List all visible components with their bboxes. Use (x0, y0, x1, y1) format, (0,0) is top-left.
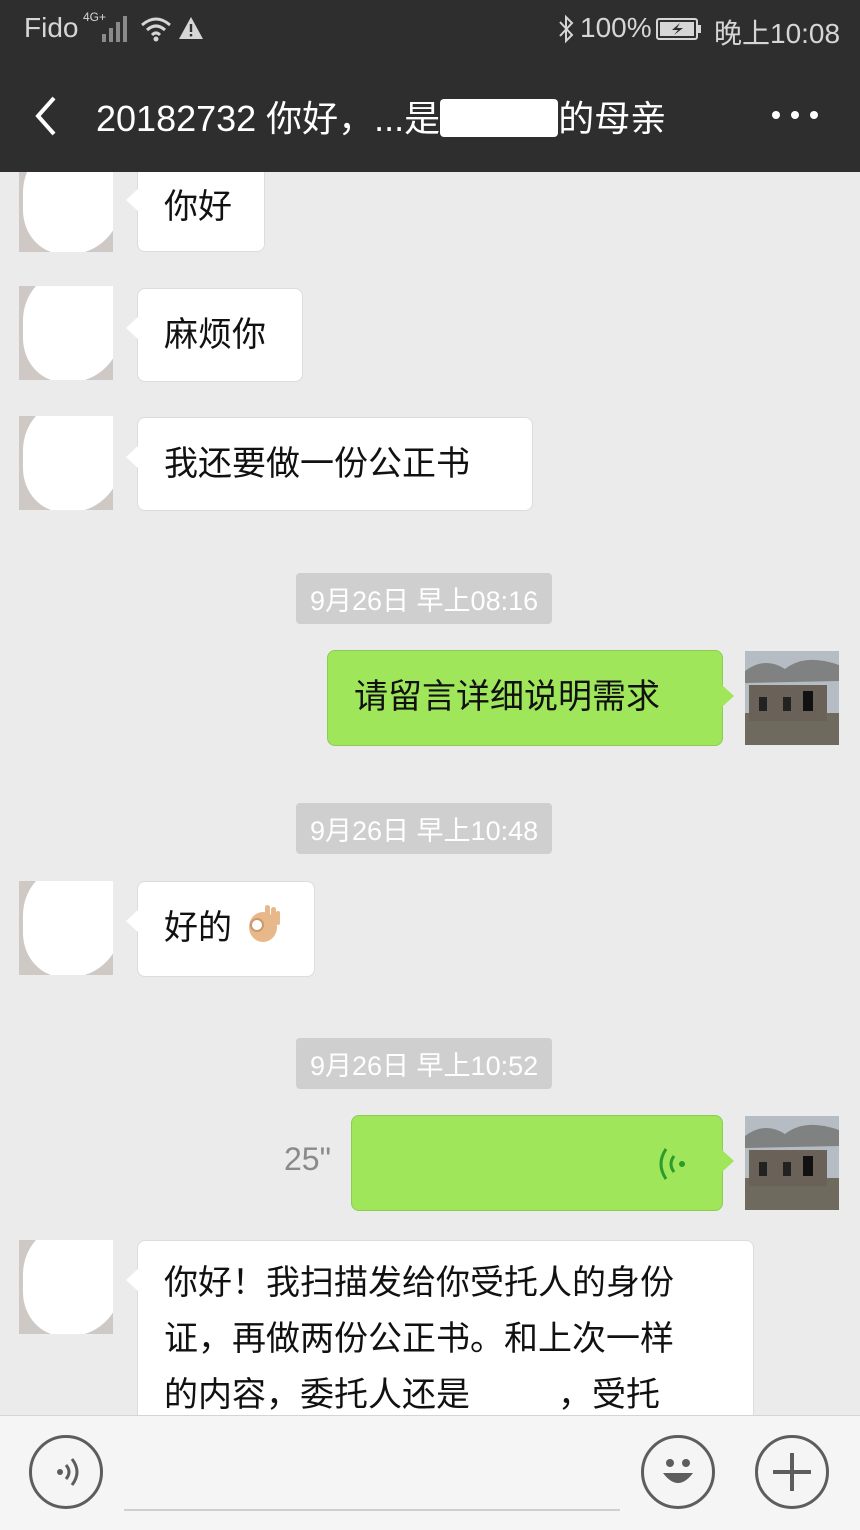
contact-avatar[interactable] (19, 416, 113, 510)
bluetooth-icon (559, 14, 574, 44)
chat-input-bar (0, 1415, 860, 1530)
battery-icon (656, 18, 701, 40)
voice-message[interactable] (351, 1115, 734, 1211)
incoming-message[interactable]: 麻烦你 (126, 288, 303, 382)
chat-title-prefix: 20182732 你好，...是 (96, 98, 441, 139)
chat-title: 20182732 你好，...是 的母亲 (96, 90, 666, 142)
message-text: 请留言详细说明需求 (354, 677, 660, 717)
contact-avatar[interactable] (19, 1240, 113, 1334)
incoming-message[interactable]: 我还要做一份公正书 (126, 417, 533, 511)
message-text: 我还要做一份公正书 (164, 444, 470, 484)
redacted-name (470, 1374, 558, 1414)
status-bar: Fido 4G+ 100% 晚上10:08 (0, 0, 860, 60)
emoji-icon (663, 1459, 693, 1483)
clock: 晚上10:08 (714, 18, 841, 49)
message-line: 证，再做两份公正书。和上次一样 (164, 1319, 674, 1359)
more-dots-icon[interactable] (770, 100, 820, 130)
contact-avatar[interactable] (19, 881, 113, 975)
message-input[interactable] (124, 1509, 620, 1511)
voice-wave-icon (659, 1148, 685, 1180)
outgoing-message[interactable]: 请留言详细说明需求 (327, 650, 734, 746)
voice-mode-icon (57, 1458, 79, 1486)
incoming-message[interactable]: 你好！我扫描发给你受托人的身份 证，再做两份公正书。和上次一样 的内容，委托人还… (126, 1240, 754, 1415)
incoming-message[interactable]: 你好 (126, 172, 265, 252)
message-line: 你好！我扫描发给你受托人的身份 (164, 1263, 674, 1303)
chat-title-suffix: 的母亲 (558, 98, 667, 139)
chat-message-list[interactable]: 你好 麻烦你 我还要做一份公正书 9月26日 早上08:16 请留言详细说明需求… (0, 172, 860, 1415)
add-button[interactable] (755, 1435, 829, 1509)
contact-avatar[interactable] (19, 286, 113, 380)
message-timestamp: 9月26日 早上08:16 (296, 573, 553, 624)
my-avatar[interactable] (745, 651, 839, 745)
plus-icon (773, 1453, 811, 1491)
wifi-icon (141, 17, 171, 42)
warning-icon (179, 17, 203, 39)
message-text: 好的 (164, 908, 232, 948)
voice-mode-button[interactable] (29, 1435, 103, 1509)
contact-avatar[interactable] (19, 172, 113, 252)
emoji-button[interactable] (641, 1435, 715, 1509)
carrier-label: Fido (24, 12, 79, 43)
incoming-message[interactable]: 好的 (126, 881, 315, 977)
message-line-partial: 的内容，委托人还是 ，受托 (164, 1374, 660, 1415)
battery-percent: 100% (580, 12, 652, 43)
chevron-left-icon[interactable] (26, 92, 66, 140)
chat-header: 20182732 你好，...是 的母亲 (0, 60, 860, 172)
voice-duration: 25" (284, 1141, 331, 1177)
message-text: 你好 (164, 187, 232, 227)
signal-icon (102, 16, 127, 42)
message-timestamp: 9月26日 早上10:52 (296, 1038, 553, 1089)
redacted-name (440, 99, 559, 137)
message-text: 麻烦你 (164, 315, 266, 355)
message-timestamp: 9月26日 早上10:48 (296, 803, 553, 854)
my-avatar[interactable] (745, 1116, 839, 1210)
ok-hand-icon (248, 905, 280, 942)
